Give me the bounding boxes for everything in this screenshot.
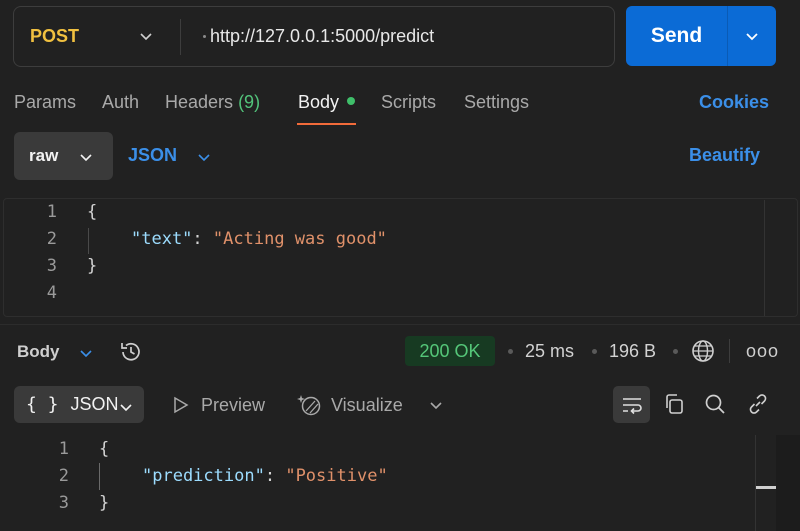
tab-headers-label: Headers <box>165 92 234 112</box>
method-select[interactable]: POST <box>14 7 180 66</box>
play-icon <box>172 396 190 414</box>
visualize-icon <box>297 392 323 418</box>
code-brace-open: { <box>99 439 110 459</box>
line-number: 1 <box>58 439 69 459</box>
status-badge[interactable]: 200 OK <box>405 336 495 366</box>
globe-icon[interactable] <box>690 338 716 364</box>
json-colon: : <box>192 229 203 249</box>
response-section-label[interactable]: Body <box>17 340 60 364</box>
separator-dot <box>592 349 597 354</box>
tab-body[interactable]: Body <box>298 90 339 114</box>
code-brace-close: } <box>87 256 98 276</box>
preview-tab[interactable]: Preview <box>201 393 265 417</box>
separator-dot <box>673 349 678 354</box>
chevron-down-icon[interactable] <box>196 149 212 165</box>
response-minimap <box>776 435 800 531</box>
cookies-link[interactable]: Cookies <box>699 90 769 114</box>
line-number: 2 <box>58 466 69 486</box>
body-format-select[interactable]: JSON <box>128 143 177 167</box>
visualize-tab[interactable]: Visualize <box>331 393 403 417</box>
response-scrollbar-thumb[interactable] <box>756 486 776 489</box>
chevron-down-icon <box>138 28 154 44</box>
body-mode-select[interactable]: raw <box>14 132 113 180</box>
line-number: 3 <box>58 493 69 513</box>
line-number: 1 <box>46 202 57 222</box>
json-key: "text" <box>131 229 193 249</box>
send-button-group: Send <box>626 6 776 66</box>
response-size[interactable]: 196 B <box>609 339 656 363</box>
line-number: 3 <box>46 256 57 276</box>
toolbar-divider <box>729 339 730 363</box>
json-string-value: "Positive" <box>285 466 388 486</box>
json-string-value: "Acting was good" <box>212 229 387 249</box>
request-body-editor[interactable] <box>3 198 798 317</box>
code-brace-open: { <box>87 202 98 222</box>
code-line: "prediction": "Positive" <box>142 463 388 490</box>
json-key: "prediction" <box>142 466 265 486</box>
beautify-button[interactable]: Beautify <box>689 143 760 167</box>
chevron-down-icon <box>744 28 760 44</box>
chevron-down-icon[interactable] <box>428 397 444 413</box>
tab-params[interactable]: Params <box>14 90 76 114</box>
chevron-down-icon[interactable] <box>78 345 94 361</box>
line-number: 4 <box>46 283 57 303</box>
body-mode-label: raw <box>29 146 59 165</box>
indent-guide <box>99 463 100 490</box>
code-brace-close: } <box>99 493 110 513</box>
history-icon[interactable] <box>118 339 144 365</box>
body-modified-dot <box>347 97 355 105</box>
braces-icon: { } <box>26 394 59 415</box>
url-variable-dot <box>203 35 206 38</box>
wrap-lines-button[interactable] <box>613 386 650 423</box>
search-icon[interactable] <box>703 392 727 416</box>
pane-divider[interactable] <box>0 324 800 325</box>
link-icon[interactable] <box>746 392 770 416</box>
response-time[interactable]: 25 ms <box>525 339 574 363</box>
tab-scripts[interactable]: Scripts <box>381 90 436 114</box>
method-label: POST <box>30 26 80 46</box>
headers-count-badge: (9) <box>238 92 261 112</box>
tab-headers[interactable]: Headers (9) <box>165 90 260 114</box>
chevron-down-icon <box>78 149 94 165</box>
active-tab-indicator <box>297 123 356 125</box>
chevron-down-icon <box>118 399 134 415</box>
send-options-button[interactable] <box>728 6 776 66</box>
json-colon: : <box>264 466 276 486</box>
copy-icon[interactable] <box>662 392 686 416</box>
url-bar: POST http://127.0.0.1:5000/predict <box>13 6 615 67</box>
tab-auth[interactable]: Auth <box>102 90 139 114</box>
response-scrollbar-track <box>755 435 756 531</box>
send-button[interactable]: Send <box>626 6 727 66</box>
response-format-select[interactable]: { } JSON <box>14 386 144 423</box>
more-icon[interactable]: ooo <box>746 339 779 363</box>
indent-guide <box>88 228 89 254</box>
url-divider <box>180 19 181 55</box>
wrap-icon <box>620 393 644 417</box>
code-line: "text": "Acting was good" <box>131 226 387 253</box>
tab-settings[interactable]: Settings <box>464 90 529 114</box>
url-input[interactable]: http://127.0.0.1:5000/predict <box>210 7 434 66</box>
response-format-label: JSON <box>70 394 119 414</box>
separator-dot <box>508 349 513 354</box>
editor-scrollbar[interactable] <box>764 200 765 316</box>
line-number: 2 <box>46 229 57 249</box>
